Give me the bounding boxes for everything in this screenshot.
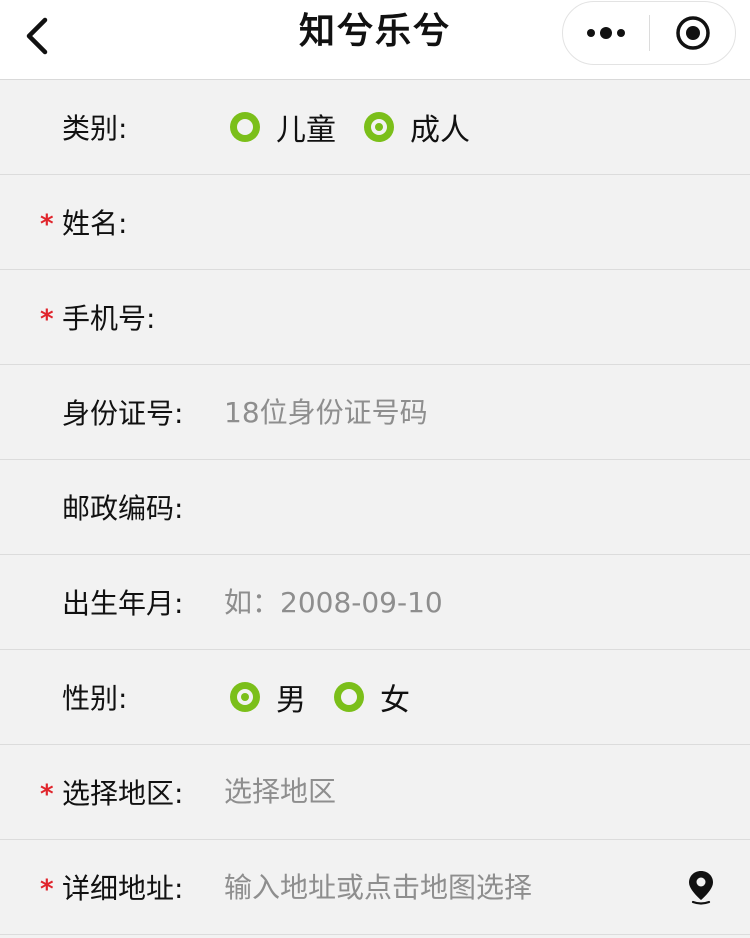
birth-row: 出生年月: (0, 555, 750, 650)
name-row: * 姓名: (0, 175, 750, 270)
category-radio-group: 儿童 成人 (230, 105, 498, 149)
radio-checked-icon (230, 682, 260, 712)
postal-code-input[interactable] (224, 482, 680, 532)
postal-code-row: 邮政编码: (0, 460, 750, 555)
gender-label: 性别: (62, 682, 128, 715)
gender-option-male[interactable]: 男 (230, 675, 306, 719)
required-mark: * (40, 304, 54, 335)
gender-option-label: 女 (380, 683, 410, 718)
phone-row: * 手机号: (0, 270, 750, 365)
birth-label: 出生年月: (62, 587, 184, 620)
category-row: 类别: 儿童 成人 (0, 80, 750, 175)
region-label: 选择地区: (62, 777, 184, 810)
more-dots-icon (587, 27, 625, 39)
required-mark: * (40, 209, 54, 240)
capsule-menu (562, 1, 736, 65)
gender-option-label: 男 (276, 683, 306, 718)
navigation-bar: 知兮乐兮 (0, 0, 750, 80)
gender-option-female[interactable]: 女 (334, 675, 410, 719)
phone-input[interactable] (224, 292, 680, 342)
gender-row: 性别: 男 女 (0, 650, 750, 745)
phone-label: 手机号: (62, 302, 156, 335)
name-input[interactable] (224, 197, 680, 247)
category-option-label: 儿童 (276, 113, 336, 148)
more-button[interactable] (563, 2, 649, 64)
birth-input[interactable] (224, 577, 680, 627)
required-mark: * (40, 779, 54, 810)
region-row: * 选择地区: 选择地区 (0, 745, 750, 840)
id-card-row: 身份证号: (0, 365, 750, 460)
close-miniprogram-button[interactable] (650, 2, 735, 64)
id-card-input[interactable] (224, 387, 680, 437)
required-mark: * (40, 874, 54, 905)
capsule-close-icon (675, 16, 710, 50)
address-label: 详细地址: (62, 872, 184, 905)
address-input[interactable] (224, 862, 680, 912)
radio-unchecked-icon (334, 682, 364, 712)
map-select-button[interactable] (686, 867, 716, 907)
postal-code-label: 邮政编码: (62, 492, 184, 525)
category-option-label: 成人 (410, 113, 470, 148)
map-pin-icon (689, 871, 713, 905)
region-picker[interactable]: 选择地区 (224, 767, 680, 817)
category-label: 类别: (62, 112, 128, 145)
name-label: 姓名: (62, 207, 128, 240)
category-option-child[interactable]: 儿童 (230, 105, 336, 149)
id-card-label: 身份证号: (62, 397, 184, 430)
address-row: * 详细地址: (0, 840, 750, 935)
category-option-adult[interactable]: 成人 (364, 105, 470, 149)
radio-unchecked-icon (230, 112, 260, 142)
gender-radio-group: 男 女 (230, 675, 438, 719)
radio-checked-icon (364, 112, 394, 142)
